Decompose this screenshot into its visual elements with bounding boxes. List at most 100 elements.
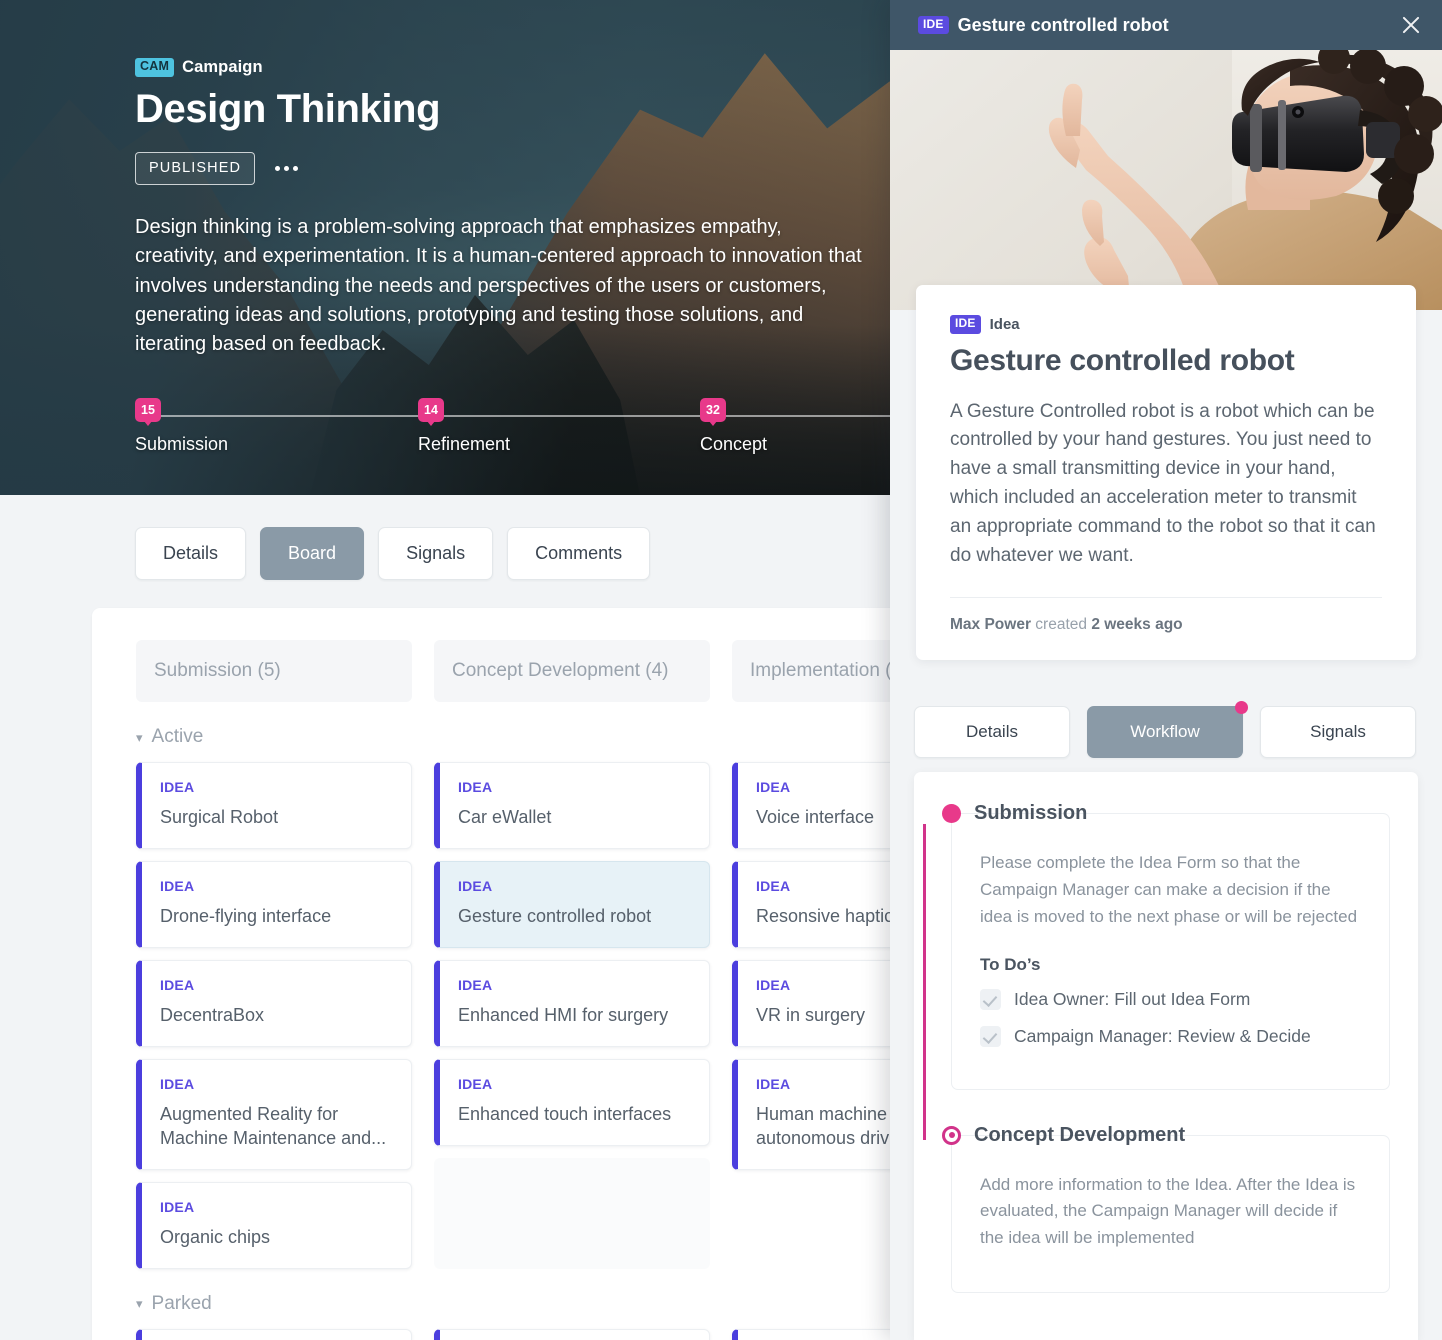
timeline-node-refinement[interactable]: 14 Refinement bbox=[418, 397, 511, 456]
todo-label: Campaign Manager: Review & Decide bbox=[1014, 1025, 1311, 1046]
timeline-node-submission[interactable]: 15 Submission bbox=[135, 397, 229, 456]
list-item[interactable]: IDEA Human machine interface for autonom… bbox=[732, 1058, 892, 1170]
column-header-implementation: Implementation (2) bbox=[732, 640, 892, 702]
chevron-down-icon: ▾ bbox=[136, 1296, 143, 1312]
tab-board[interactable]: Board bbox=[260, 527, 365, 580]
idea-cover-photo bbox=[890, 50, 1442, 310]
card-title: Organic chips bbox=[160, 1226, 271, 1247]
hero-meta-row: PUBLISHED bbox=[135, 151, 875, 185]
card-title: Augmented Reality for Machine Maintenanc… bbox=[160, 1103, 387, 1148]
list-item[interactable]: IDEA Enhanced touch interfaces bbox=[434, 1058, 710, 1146]
board-panel: Submission (5) Concept Development (4) I… bbox=[92, 608, 892, 1340]
idea-description: A Gesture Controlled robot is a robot wh… bbox=[950, 400, 1376, 566]
workflow-connector bbox=[923, 824, 926, 1140]
tab-details[interactable]: Details bbox=[135, 527, 247, 580]
list-item[interactable]: IDEA Drone-flying interface bbox=[136, 860, 412, 948]
tab-comments[interactable]: Comments bbox=[507, 527, 651, 580]
list-item[interactable]: IDEA Enhanced HMI for surgery bbox=[434, 959, 710, 1047]
board-parked-cards bbox=[92, 1328, 892, 1340]
checkbox-checked-icon[interactable] bbox=[980, 1025, 1001, 1047]
list-item[interactable] bbox=[434, 1328, 710, 1340]
panel-tab-details[interactable]: Details bbox=[914, 706, 1070, 758]
card-kind: IDEA bbox=[160, 976, 195, 993]
list-item[interactable] bbox=[732, 1328, 892, 1340]
list-item[interactable]: IDEA DecentraBox bbox=[136, 959, 412, 1047]
card-title: Surgical Robot bbox=[160, 807, 279, 827]
card-kind: IDEA bbox=[160, 1075, 195, 1092]
tab-signals[interactable]: Signals bbox=[378, 527, 494, 580]
timeline-label-concept: Concept bbox=[700, 434, 768, 455]
board-column-concept-development[interactable]: Concept Development (4) bbox=[434, 640, 710, 702]
idea-type-chip: IDE bbox=[918, 15, 949, 35]
panel-tab-workflow[interactable]: Workflow bbox=[1087, 701, 1248, 758]
card-title: Enhanced HMI for surgery bbox=[458, 1004, 669, 1025]
parked-column-implementation bbox=[732, 1328, 892, 1340]
list-item[interactable] bbox=[136, 1328, 412, 1340]
campaign-hero: CAM Campaign Design Thinking PUBLISHED D… bbox=[0, 0, 892, 495]
board-column-submission[interactable]: Submission (5) bbox=[136, 640, 412, 702]
panel-tab-signals[interactable]: Signals bbox=[1260, 706, 1416, 758]
timeline-label-submission: Submission bbox=[135, 434, 229, 455]
list-item[interactable]: IDEA Organic chips bbox=[136, 1181, 412, 1269]
workflow-panel: Submission Please complete the Idea Form… bbox=[914, 772, 1418, 1340]
list-item[interactable]: IDEA Car eWallet bbox=[434, 762, 710, 849]
card-kind: IDEA bbox=[458, 877, 493, 894]
notification-dot-icon bbox=[1235, 701, 1248, 714]
todo-header: To Do’s bbox=[980, 954, 1041, 974]
more-options-icon[interactable] bbox=[273, 160, 300, 177]
group-toggle-active[interactable]: ▾ Active bbox=[136, 726, 892, 748]
close-icon[interactable] bbox=[1398, 12, 1424, 38]
timeline-count-concept: 32 bbox=[700, 397, 726, 426]
phase-header: Submission bbox=[942, 802, 1390, 825]
phase-name: Concept Development bbox=[974, 1123, 1186, 1146]
board-column-implementation[interactable]: Implementation (2) bbox=[732, 640, 892, 702]
idea-detail-panel: IDE Gesture controlled robot IDE Idea Ge… bbox=[890, 0, 1442, 1340]
list-item-selected[interactable]: IDEA Gesture controlled robot bbox=[434, 860, 710, 948]
parked-column-concept-development bbox=[434, 1328, 710, 1340]
group-toggle-parked[interactable]: ▾ Parked bbox=[136, 1293, 892, 1315]
chevron-down-icon: ▾ bbox=[136, 729, 143, 745]
campaign-kicker: CAM Campaign bbox=[135, 58, 875, 77]
campaign-description: Design thinking is a problem-solving app… bbox=[135, 215, 862, 356]
phase-status-dot-icon bbox=[942, 804, 961, 823]
timeline-node-concept[interactable]: 32 Concept bbox=[700, 397, 768, 456]
idea-byline: Max Power created 2 weeks ago bbox=[950, 616, 1382, 634]
page-tab-bar: Details Board Signals Comments bbox=[0, 495, 892, 580]
idea-kicker: IDE Idea bbox=[950, 315, 1382, 334]
card-kind: IDEA bbox=[756, 1075, 791, 1092]
todo-item[interactable]: Campaign Manager: Review & Decide bbox=[980, 1025, 1361, 1047]
card-title: DecentraBox bbox=[160, 1004, 265, 1025]
workflow-phase-concept-development: Concept Development Add more information… bbox=[942, 1124, 1390, 1294]
idea-type-label: Idea bbox=[989, 315, 1020, 333]
list-item[interactable]: IDEA Surgical Robot bbox=[136, 762, 412, 849]
campaign-page: CAM Campaign Design Thinking PUBLISHED D… bbox=[0, 0, 892, 1340]
card-title: Enhanced touch interfaces bbox=[458, 1103, 672, 1124]
workflow-phase-submission: Submission Please complete the Idea Form… bbox=[942, 802, 1390, 1090]
card-kind: IDEA bbox=[160, 1198, 195, 1215]
phase-description: Add more information to the Idea. After … bbox=[980, 1174, 1356, 1248]
timeline-label-refinement: Refinement bbox=[418, 434, 511, 455]
todo-item[interactable]: Idea Owner: Fill out Idea Form bbox=[980, 988, 1361, 1010]
column-empty-space bbox=[434, 1157, 710, 1269]
list-item[interactable]: IDEA Voice interface bbox=[732, 762, 892, 849]
card-title: Voice interface bbox=[756, 807, 875, 827]
vr-user-illustration bbox=[1048, 50, 1442, 310]
idea-author: Max Power bbox=[950, 615, 1031, 633]
column-header-concept-development: Concept Development (4) bbox=[434, 640, 710, 702]
timeline-count-submission: 15 bbox=[135, 397, 161, 426]
timeline-rail bbox=[143, 414, 892, 417]
list-item[interactable]: IDEA VR in surgery bbox=[732, 959, 892, 1047]
panel-tab-bar: Details Workflow Signals bbox=[914, 701, 1416, 758]
card-kind: IDEA bbox=[756, 976, 791, 993]
checkbox-checked-icon[interactable] bbox=[980, 988, 1001, 1010]
phase-description: Please complete the Idea Form so that th… bbox=[980, 853, 1358, 926]
phase-status-ring-icon bbox=[942, 1125, 961, 1145]
phase-body: Add more information to the Idea. After … bbox=[951, 1134, 1390, 1294]
list-item[interactable]: IDEA Resonsive haptics bbox=[732, 860, 892, 948]
list-item[interactable]: IDEA Augmented Reality for Machine Maint… bbox=[136, 1058, 412, 1170]
board-active-cards: IDEA Surgical Robot IDEA Drone-flying in… bbox=[92, 762, 892, 1269]
panel-header: IDE Gesture controlled robot bbox=[890, 0, 1442, 50]
phase-body: Please complete the Idea Form so that th… bbox=[951, 813, 1390, 1090]
timeline-count-refinement: 14 bbox=[418, 397, 444, 426]
campaign-type-label: Campaign bbox=[182, 58, 263, 76]
